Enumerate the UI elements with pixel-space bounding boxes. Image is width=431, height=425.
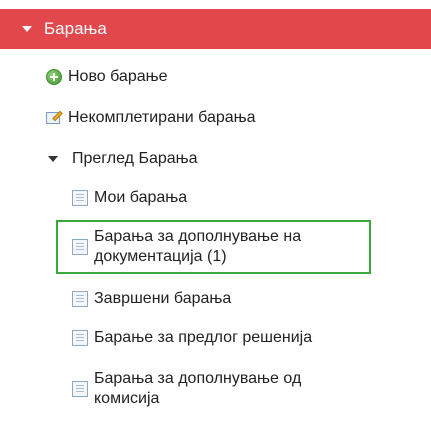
chevron-down-icon: [22, 26, 32, 32]
menu-item-label-line1: Барања за дополнување на: [94, 228, 302, 245]
document-icon: [72, 291, 88, 307]
edit-document-icon: [46, 110, 63, 126]
menu-item-label-block: Барања за дополнување од комисија: [94, 369, 301, 409]
menu-item-label-line2: документација (1): [94, 248, 227, 265]
document-icon: [72, 239, 88, 255]
section-header-requests[interactable]: Барања: [0, 9, 431, 49]
menu-item-label-line2: комисија: [94, 390, 160, 407]
menu-group-review-requests[interactable]: Преглед Барања: [48, 149, 198, 169]
menu-item-label: Некомплетирани барања: [68, 109, 256, 126]
chevron-down-icon: [48, 156, 58, 162]
menu-item-label-block: Барања за дополнување на документација (…: [94, 227, 301, 267]
menu-item-new-request[interactable]: Ново барање: [46, 67, 168, 87]
menu-item-completed-requests[interactable]: Завршени барања: [72, 289, 231, 309]
add-circle-icon: [46, 69, 62, 85]
document-icon: [72, 330, 88, 346]
menu-item-incomplete-requests[interactable]: Некомплетирани барања: [46, 108, 256, 128]
menu-item-label: Завршени барања: [94, 290, 232, 307]
menu-item-proposal-request[interactable]: Барање за предлог решенија: [72, 328, 312, 348]
menu-item-label: Ново барање: [68, 68, 168, 85]
menu-group-label: Преглед Барања: [72, 150, 198, 167]
document-icon: [72, 190, 88, 206]
menu-item-label: Барање за предлог решенија: [94, 329, 313, 346]
menu-item-label-line1: Барања за дополнување од: [94, 370, 302, 387]
section-header-label: Барања: [44, 19, 107, 38]
menu-item-commission-requests[interactable]: Барања за дополнување од комисија: [72, 369, 301, 409]
menu-item-requests-for-documentation[interactable]: Барања за дополнување на документација (…: [72, 227, 301, 267]
document-icon: [72, 381, 88, 397]
menu-item-label: Мои барања: [94, 189, 188, 206]
menu-item-my-requests[interactable]: Мои барања: [72, 188, 187, 208]
